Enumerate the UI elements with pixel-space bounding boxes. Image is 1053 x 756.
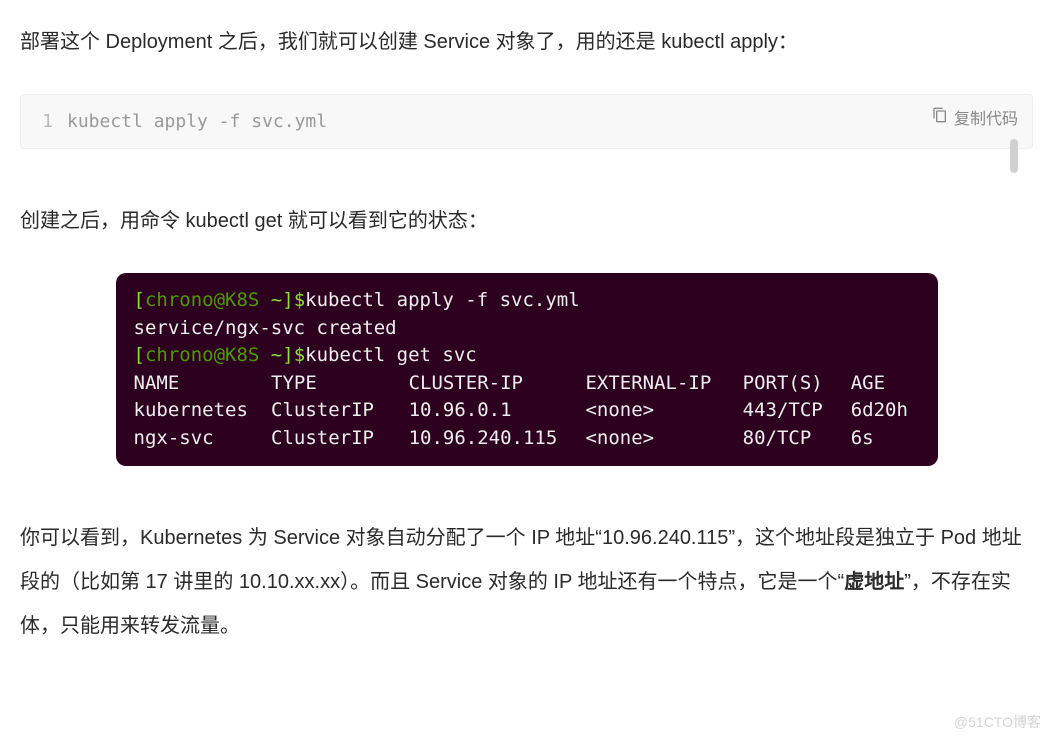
watermark: @51CTO博客 bbox=[954, 712, 1041, 732]
col-header-name: NAME bbox=[134, 370, 272, 398]
code-line: 1 kubectl apply -f svc.yml bbox=[33, 111, 1020, 132]
col-header-ports: PORT(S) bbox=[743, 370, 851, 398]
copy-code-button[interactable]: 复制代码 bbox=[932, 105, 1018, 129]
scrollbar-thumb[interactable] bbox=[1010, 139, 1018, 173]
copy-code-label: 复制代码 bbox=[954, 105, 1018, 129]
copy-icon bbox=[932, 107, 948, 128]
terminal-line: [chrono@K8S ~]$kubectl get svc bbox=[134, 342, 920, 370]
col-header-age: AGE bbox=[851, 370, 920, 398]
col-header-cluster-ip: CLUSTER-IP bbox=[409, 370, 586, 398]
terminal-line: [chrono@K8S ~]$kubectl apply -f svc.yml bbox=[134, 287, 920, 315]
col-header-type: TYPE bbox=[271, 370, 409, 398]
cell-name: kubernetes bbox=[134, 397, 272, 425]
cell-cluster-ip: 10.96.240.115 bbox=[409, 425, 586, 453]
paragraph-explain: 你可以看到，Kubernetes 为 Service 对象自动分配了一个 IP … bbox=[20, 516, 1033, 648]
table-header-row: NAME TYPE CLUSTER-IP EXTERNAL-IP PORT(S)… bbox=[134, 370, 920, 398]
line-number: 1 bbox=[33, 111, 67, 132]
cell-age: 6s bbox=[851, 425, 920, 453]
cell-external-ip: <none> bbox=[585, 397, 742, 425]
cell-type: ClusterIP bbox=[271, 397, 409, 425]
bold-virtual-address: 虚地址 bbox=[844, 571, 904, 593]
paragraph-intro: 部署这个 Deployment 之后，我们就可以创建 Service 对象了，用… bbox=[20, 20, 1033, 64]
cell-type: ClusterIP bbox=[271, 425, 409, 453]
cell-external-ip: <none> bbox=[585, 425, 742, 453]
table-row: kubernetes ClusterIP 10.96.0.1 <none> 44… bbox=[134, 397, 920, 425]
cell-ports: 80/TCP bbox=[743, 425, 851, 453]
table-row: ngx-svc ClusterIP 10.96.240.115 <none> 8… bbox=[134, 425, 920, 453]
terminal-line: service/ngx-svc created bbox=[134, 315, 920, 343]
code-text: kubectl apply -f svc.yml bbox=[67, 111, 327, 132]
paragraph-get: 创建之后，用命令 kubectl get 就可以看到它的状态： bbox=[20, 199, 1033, 243]
code-block: 复制代码 1 kubectl apply -f svc.yml bbox=[20, 94, 1033, 149]
cell-age: 6d20h bbox=[851, 397, 920, 425]
cell-cluster-ip: 10.96.0.1 bbox=[409, 397, 586, 425]
col-header-external-ip: EXTERNAL-IP bbox=[585, 370, 742, 398]
svc-table: NAME TYPE CLUSTER-IP EXTERNAL-IP PORT(S)… bbox=[134, 370, 920, 453]
terminal-output: [chrono@K8S ~]$kubectl apply -f svc.yml … bbox=[116, 273, 938, 466]
cell-name: ngx-svc bbox=[134, 425, 272, 453]
cell-ports: 443/TCP bbox=[743, 397, 851, 425]
